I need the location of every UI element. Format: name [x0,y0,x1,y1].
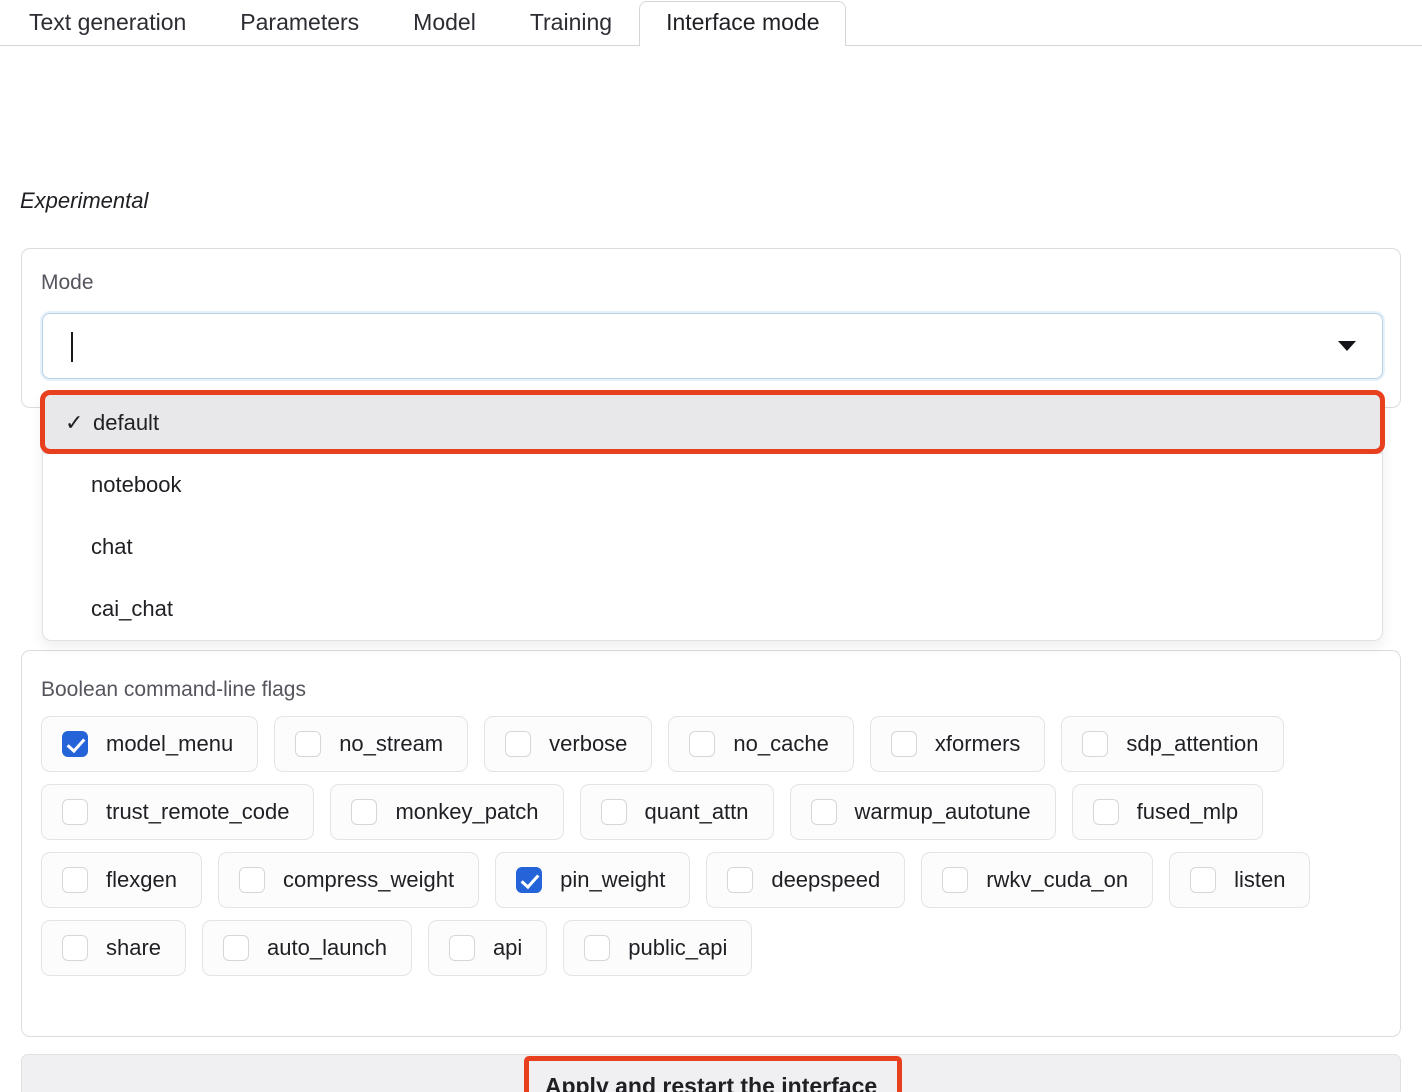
flag-quant_attn[interactable]: quant_attn [579,784,774,840]
checkbox-unchecked-icon[interactable] [223,935,250,961]
checkbox-unchecked-icon[interactable] [890,731,917,757]
flag-label: flexgen [106,867,177,892]
checkbox-unchecked-icon[interactable] [62,799,88,825]
tab-parameters[interactable]: Parameters [213,1,386,46]
tab-text-generation[interactable]: Text generation [2,1,213,46]
checkbox-unchecked-icon[interactable] [505,731,532,757]
mode-input[interactable] [69,314,1269,378]
flag-label: model_menu [106,731,234,756]
dropdown-option-cai_chat[interactable]: cai_chat [43,578,1382,640]
mode-dropdown-list[interactable]: ✓ default notebook chat cai_chat [42,391,1383,641]
flag-label: public_api [628,935,728,960]
flag-label: trust_remote_code [106,799,290,824]
flag-public_api[interactable]: public_api [563,920,753,976]
flag-verbose[interactable]: verbose [484,716,653,772]
flag-label: pin_weight [560,867,666,892]
flag-label: listen [1234,867,1286,892]
flag-row: model_menu no_stream verbose no_cache xforme… [41,716,1384,772]
checkbox-checked-icon[interactable] [516,867,543,893]
flag-row: flexgen compress_weight pin_weight deepspee… [41,852,1384,908]
flag-label: warmup_autotune [854,799,1031,824]
mode-input-wrapper[interactable] [42,313,1383,379]
flag-label: rwkv_cuda_on [986,867,1129,892]
checkbox-unchecked-icon[interactable] [727,867,754,893]
flag-label: no_cache [733,731,829,756]
flag-rwkv_cuda_on[interactable]: rwkv_cuda_on [921,852,1154,908]
flag-label: no_stream [339,731,444,756]
tab-training[interactable]: Training [503,1,639,46]
checkbox-unchecked-icon[interactable] [584,935,611,961]
checkbox-unchecked-icon[interactable] [448,935,475,961]
dropdown-option-label: cai_chat [91,596,173,621]
checkbox-unchecked-icon[interactable] [1190,867,1217,893]
flag-pin_weight[interactable]: pin_weight [495,852,691,908]
checkbox-unchecked-icon[interactable] [1082,731,1109,757]
flag-row: share auto_launch api public_api [41,920,1384,976]
tab-bar: Text generation Parameters Model Training In… [0,0,1422,46]
flag-label: compress_weight [282,867,455,892]
flag-deepspeed[interactable]: deepspeed [706,852,906,908]
flag-label: verbose [549,731,628,756]
checkbox-checked-icon[interactable] [62,731,88,757]
flag-compress_weight[interactable]: compress_weight [217,852,480,908]
boolean-flags-panel: Boolean command-line flags model_menu no_… [21,650,1401,1037]
dropdown-option-label: default [93,410,160,435]
tab-interface-mode[interactable]: Interface mode [639,1,847,46]
apply-and-restart-button[interactable]: Apply and restart the interface [21,1054,1401,1092]
mode-panel: Mode [21,248,1401,408]
flag-trust_remote_code[interactable]: trust_remote_code [41,784,315,840]
checkbox-unchecked-icon[interactable] [942,867,969,893]
checkbox-unchecked-icon[interactable] [600,799,627,825]
page-title: Experimental [20,188,149,213]
checkbox-unchecked-icon[interactable] [1092,799,1119,825]
checkbox-unchecked-icon[interactable] [62,867,88,893]
dropdown-option-chat[interactable]: chat [43,516,1382,578]
flag-sdp_attention[interactable]: sdp_attention [1061,716,1284,772]
flag-xformers[interactable]: xformers [869,716,1046,772]
checkbox-unchecked-icon[interactable] [62,935,88,961]
flag-listen[interactable]: listen [1169,852,1311,908]
dropdown-option-label: chat [91,534,133,559]
flag-fused_mlp[interactable]: fused_mlp [1071,784,1264,840]
flag-flexgen[interactable]: flexgen [41,852,202,908]
dropdown-option-default[interactable]: ✓ default [43,392,1382,454]
flag-no_stream[interactable]: no_stream [274,716,469,772]
check-icon: ✓ [65,410,84,435]
flag-no_cache[interactable]: no_cache [668,716,854,772]
checkbox-unchecked-icon[interactable] [238,867,265,893]
flag-monkey_patch[interactable]: monkey_patch [330,784,564,840]
flag-label: sdp_attention [1126,731,1259,756]
boolean-flags-label: Boolean command-line flags [41,678,306,701]
flag-model_menu[interactable]: model_menu [41,716,259,772]
chevron-down-icon[interactable] [1338,341,1356,351]
flag-label: fused_mlp [1136,799,1239,824]
dropdown-option-label: notebook [91,472,182,497]
flag-label: auto_launch [267,935,387,960]
flag-label: deepspeed [771,867,881,892]
checkbox-unchecked-icon[interactable] [351,799,378,825]
flag-api[interactable]: api [427,920,548,976]
flag-label: xformers [934,731,1021,756]
flag-share[interactable]: share [41,920,187,976]
dropdown-option-notebook[interactable]: notebook [43,454,1382,516]
flag-label: quant_attn [644,799,749,824]
tab-model[interactable]: Model [386,1,503,46]
flag-warmup_autotune[interactable]: warmup_autotune [789,784,1056,840]
flag-label: share [106,935,162,960]
checkbox-unchecked-icon[interactable] [295,731,322,757]
mode-label: Mode [41,271,94,294]
flag-row: trust_remote_code monkey_patch quant_attn w… [41,784,1384,840]
checkbox-unchecked-icon[interactable] [810,799,837,825]
flag-rows: model_menu no_stream verbose no_cache xforme… [41,716,1384,988]
flag-label: monkey_patch [395,799,539,824]
flag-label: api [492,935,523,960]
checkbox-unchecked-icon[interactable] [689,731,716,757]
flag-auto_launch[interactable]: auto_launch [202,920,412,976]
